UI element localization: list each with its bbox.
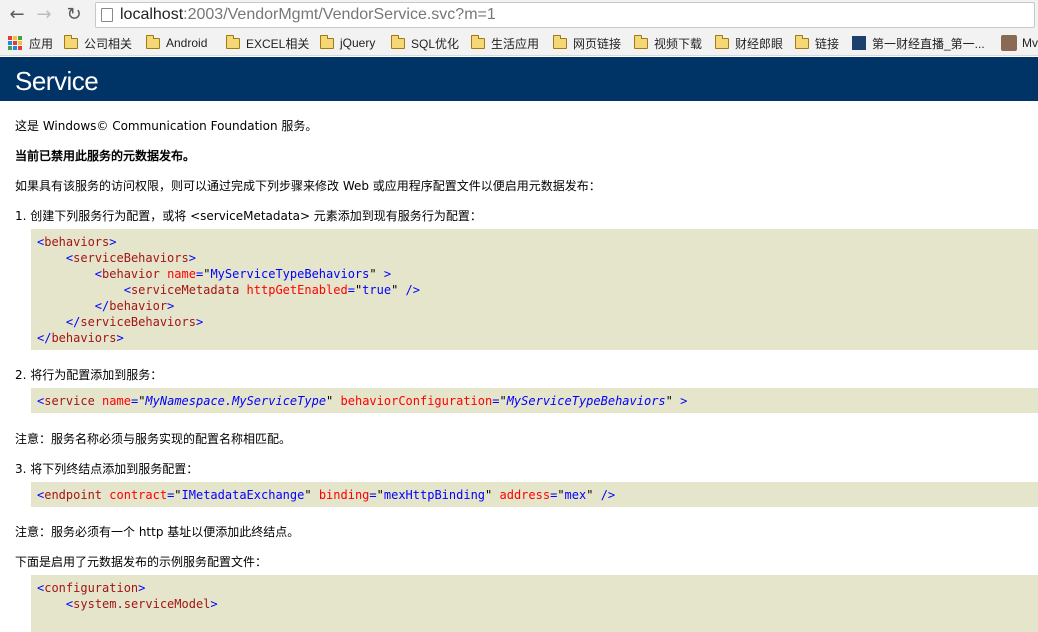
code-block-service: <service name="MyNamespace.MyServiceType…	[31, 388, 1038, 413]
address-bar[interactable]: localhost:2003/VendorMgmt/VendorService.…	[95, 2, 1035, 28]
bookmark-folder[interactable]: 视频下载	[634, 34, 702, 52]
bookmark-label: EXCEL相关	[246, 36, 310, 51]
bookmark-label: 财经郎眼	[735, 36, 784, 51]
bookmark-folder[interactable]: EXCEL相关	[226, 34, 309, 52]
bookmark-folder[interactable]: 财经郎眼	[715, 34, 783, 52]
page-title: Service	[15, 66, 99, 96]
url-path: :2003/VendorMgmt/VendorService.svc?m=1	[183, 6, 496, 23]
site-icon	[852, 36, 866, 50]
note-2-text: 注意：服务必须有一个 http 基址以便添加此终结点。	[15, 525, 300, 539]
avatar-icon	[1001, 35, 1017, 51]
folder-icon	[471, 34, 485, 49]
access-text: 如果具有该服务的访问权限，则可以通过完成下列步骤来修改 Web 或应用程序配置文…	[15, 179, 601, 193]
bookmark-site[interactable]: 第一财经直播_第一...	[852, 34, 985, 52]
forward-arrow-icon[interactable]: →	[33, 4, 55, 26]
code-block-configuration: <configuration> <system.serviceModel>	[31, 575, 1038, 632]
bookmark-label: jQuery	[340, 36, 376, 50]
bookmark-label: 应用	[29, 36, 54, 51]
folder-icon	[391, 34, 405, 49]
step-1-text: 1. 创建下列服务行为配置，或将 <serviceMetadata> 元素添加到…	[15, 209, 482, 223]
bookmark-folder[interactable]: 公司相关	[64, 34, 132, 52]
bookmark-label: 生活应用	[491, 36, 540, 51]
step-3-text: 3. 将下列终结点添加到服务配置：	[15, 462, 199, 476]
folder-icon	[553, 34, 567, 49]
bookmark-label: 链接	[815, 36, 840, 51]
bookmark-folder[interactable]: SQL优化	[391, 34, 459, 52]
page-icon	[101, 8, 113, 22]
url-text[interactable]: localhost:2003/VendorMgmt/VendorService.…	[120, 6, 496, 24]
page-header: Service	[0, 57, 1038, 101]
folder-icon	[320, 34, 334, 49]
step-2-text: 2. 将行为配置添加到服务：	[15, 368, 163, 382]
bookmark-label: 网页链接	[573, 36, 622, 51]
back-arrow-icon[interactable]: ←	[6, 4, 28, 26]
folder-icon	[715, 34, 729, 49]
browser-toolbar: ← → ↻ localhost:2003/VendorMgmt/VendorSe…	[0, 0, 1038, 30]
bookmark-site[interactable]: Mv	[1001, 34, 1038, 52]
bookmark-folder[interactable]: 网页链接	[553, 34, 621, 52]
bookmark-label: SQL优化	[411, 36, 460, 51]
apps-grid-icon	[8, 36, 22, 50]
bookmark-label: 第一财经直播_第一...	[872, 36, 985, 51]
reload-icon[interactable]: ↻	[63, 4, 85, 26]
folder-icon	[146, 34, 160, 49]
folder-icon	[226, 34, 240, 49]
bookmark-label: Mv	[1022, 36, 1038, 50]
bookmark-apps[interactable]: 应用	[8, 34, 53, 52]
bookmark-folder[interactable]: 链接	[795, 34, 839, 52]
bookmarks-bar: 应用 公司相关 Android EXCEL相关 jQuery SQL优化 生活应…	[0, 30, 1038, 56]
code-block-behaviors: <behaviors> <serviceBehaviors> <behavior…	[31, 229, 1038, 350]
bookmark-label: 视频下载	[654, 36, 703, 51]
sample-intro-text: 下面是启用了元数据发布的示例服务配置文件：	[15, 555, 268, 569]
folder-icon	[634, 34, 648, 49]
folder-icon	[795, 34, 809, 49]
bookmark-folder[interactable]: 生活应用	[471, 34, 539, 52]
bookmark-folder[interactable]: Android	[146, 34, 207, 52]
code-block-endpoint: <endpoint contract="IMetadataExchange" b…	[31, 482, 1038, 507]
url-host: localhost	[120, 6, 184, 23]
bookmark-label: 公司相关	[84, 36, 133, 51]
bookmark-folder[interactable]: jQuery	[320, 34, 375, 52]
note-1-text: 注意：服务名称必须与服务实现的配置名称相匹配。	[15, 432, 292, 446]
bookmark-label: Android	[166, 36, 208, 50]
disabled-notice: 当前已禁用此服务的元数据发布。	[15, 149, 196, 163]
folder-icon	[64, 34, 78, 49]
intro-text: 这是 Windows© Communication Foundation 服务。	[15, 119, 318, 133]
